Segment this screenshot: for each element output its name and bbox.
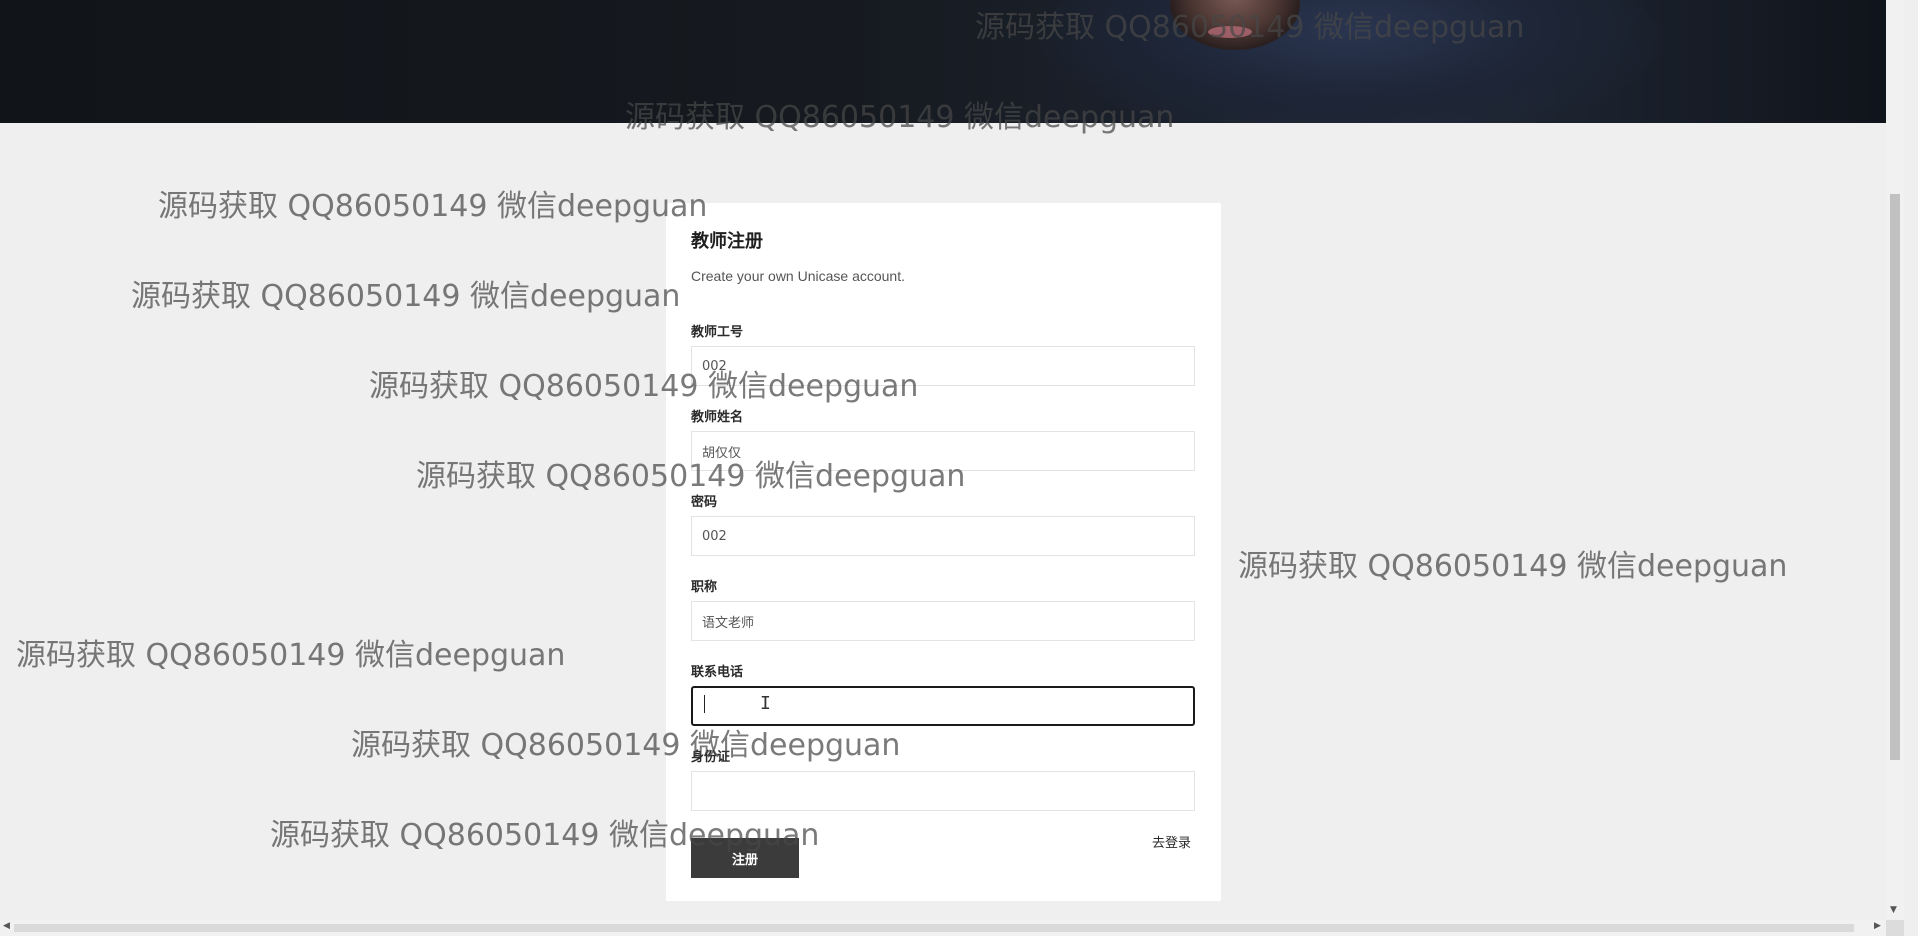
hero-banner xyxy=(0,0,1886,123)
password-label: 密码 xyxy=(691,495,718,510)
hero-lips-image xyxy=(1208,26,1252,38)
teacher-id-input[interactable] xyxy=(691,346,1195,386)
register-button[interactable]: 注册 xyxy=(691,838,799,878)
form-subtitle: Create your own Unicase account. xyxy=(691,268,905,284)
watermark-text: 源码获取 QQ86050149 微信deepguan xyxy=(16,638,566,673)
ibeam-cursor-icon: I xyxy=(760,693,771,714)
scroll-down-arrow-icon[interactable]: ▼ xyxy=(1890,905,1897,915)
vertical-scrollbar[interactable]: ▼ xyxy=(1886,0,1904,920)
horizontal-scrollbar[interactable]: ◀ ▶ xyxy=(0,920,1886,936)
teacher-id-label: 教师工号 xyxy=(691,325,744,340)
scroll-right-arrow-icon[interactable]: ▶ xyxy=(1874,921,1881,931)
hero-figure-image xyxy=(1040,0,1660,123)
job-title-input[interactable] xyxy=(691,601,1195,641)
watermark-text: 源码获取 QQ86050149 微信deepguan xyxy=(1238,549,1788,584)
scrollbar-corner xyxy=(1886,920,1904,936)
horizontal-scrollbar-thumb[interactable] xyxy=(14,924,1854,932)
teacher-name-input[interactable] xyxy=(691,431,1195,471)
go-login-link[interactable]: 去登录 xyxy=(1152,832,1191,851)
job-title-label: 职称 xyxy=(691,580,718,595)
scroll-left-arrow-icon[interactable]: ◀ xyxy=(3,921,10,931)
form-title: 教师注册 xyxy=(691,231,763,252)
id-card-label: 身份证 xyxy=(691,750,731,765)
vertical-scrollbar-thumb[interactable] xyxy=(1890,194,1900,760)
watermark-text: 源码获取 QQ86050149 微信deepguan xyxy=(131,279,681,314)
register-card: 教师注册 Create your own Unicase account. 教师… xyxy=(666,203,1221,901)
id-card-input[interactable] xyxy=(691,771,1195,811)
phone-label: 联系电话 xyxy=(691,665,744,680)
page-viewport: 教师注册 Create your own Unicase account. 教师… xyxy=(0,0,1918,936)
teacher-name-label: 教师姓名 xyxy=(691,410,744,425)
watermark-text: 源码获取 QQ86050149 微信deepguan xyxy=(158,189,708,224)
password-input[interactable] xyxy=(691,516,1195,556)
text-caret xyxy=(704,695,705,713)
